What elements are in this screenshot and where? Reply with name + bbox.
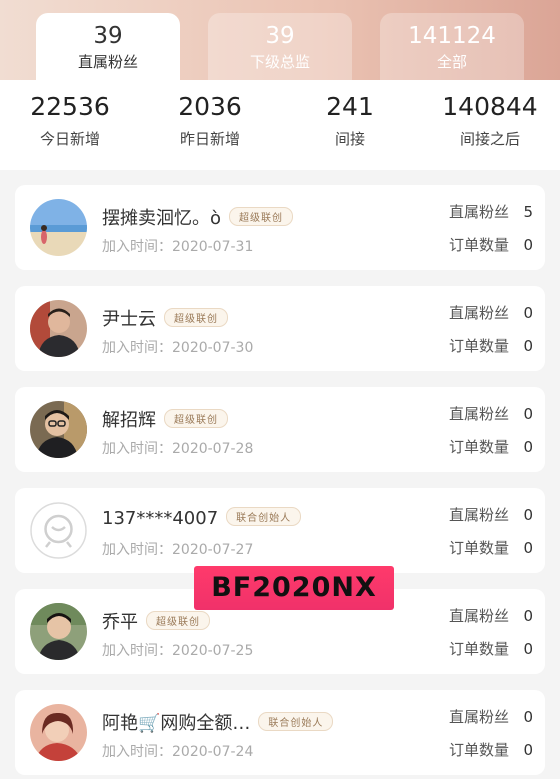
stat-value: 2036 — [178, 92, 242, 121]
join-date: 加入时间：2020-07-31 — [102, 239, 254, 255]
tab-label: 全部 — [436, 53, 467, 71]
tab-label: 下级总监 — [249, 53, 310, 71]
member-level-badge: 联合创始人 — [226, 507, 302, 526]
stat-yesterday-new: 2036 昨日新增 — [140, 92, 280, 149]
tab-sub-directors[interactable]: 39 下级总监 — [208, 13, 352, 80]
fans-label: 直属粉丝 — [448, 607, 509, 625]
tab-direct-fans[interactable]: 39 直属粉丝 — [36, 13, 180, 80]
tab-count: 141124 — [408, 23, 496, 49]
orders-value: 0 — [523, 337, 533, 355]
avatar — [30, 704, 87, 761]
member-name: 乔平 — [102, 612, 138, 633]
member-level-badge: 联合创始人 — [258, 712, 334, 731]
tab-all[interactable]: 141124 全部 — [380, 13, 524, 80]
join-date: 加入时间：2020-07-30 — [102, 340, 254, 356]
fans-count-row: 直属粉丝 0 — [449, 504, 533, 525]
tab-count: 39 — [265, 23, 295, 49]
fans-label: 直属粉丝 — [448, 203, 509, 221]
fans-count-row: 直属粉丝 0 — [449, 706, 533, 727]
member-name: 137****4007 — [102, 508, 219, 529]
fans-count-row: 直属粉丝 0 — [449, 302, 533, 323]
stat-value: 22536 — [30, 92, 110, 121]
default-avatar-icon — [30, 502, 87, 559]
orders-label: 订单数量 — [448, 337, 509, 355]
orders-label: 订单数量 — [448, 539, 509, 557]
member-name-row: 乔平 超级联创 — [102, 608, 210, 634]
member-name-row: 137****4007 联合创始人 — [102, 507, 302, 529]
orders-count-row: 订单数量 0 — [449, 537, 533, 558]
orders-label: 订单数量 — [448, 236, 509, 254]
fans-value: 0 — [523, 607, 533, 625]
member-name: 尹士云 — [102, 309, 156, 330]
orders-label: 订单数量 — [448, 438, 509, 456]
orders-value: 0 — [523, 640, 533, 658]
fans-value: 5 — [523, 203, 533, 221]
join-date: 加入时间：2020-07-27 — [102, 542, 254, 558]
fans-label: 直属粉丝 — [448, 405, 509, 423]
orders-value: 0 — [523, 741, 533, 759]
avatar — [30, 199, 87, 256]
fans-value: 0 — [523, 304, 533, 322]
join-date: 加入时间：2020-07-28 — [102, 441, 254, 457]
orders-count-row: 订单数量 0 — [449, 739, 533, 760]
member-card[interactable]: 阿艳🛒网购全额… 联合创始人 加入时间：2020-07-24 直属粉丝 0 订单数量… — [15, 690, 545, 775]
member-name: 摆摊卖洄忆。ò — [102, 208, 222, 229]
stat-label: 间接 — [334, 130, 365, 148]
orders-label: 订单数量 — [448, 640, 509, 658]
member-name: 阿艳🛒网购全额… — [102, 713, 251, 734]
member-level-badge: 超级联创 — [146, 611, 210, 630]
fans-value: 0 — [523, 506, 533, 524]
member-name: 解招辉 — [102, 410, 156, 431]
member-name-row: 阿艳🛒网购全额… 联合创始人 — [102, 709, 334, 735]
orders-value: 0 — [523, 236, 533, 254]
member-card[interactable]: 尹士云 超级联创 加入时间：2020-07-30 直属粉丝 0 订单数量 0 — [15, 286, 545, 371]
stat-label: 间接之后 — [459, 130, 520, 148]
avatar — [30, 603, 87, 660]
member-name-row: 解招辉 超级联创 — [102, 406, 228, 432]
fans-count-row: 直属粉丝 0 — [449, 403, 533, 424]
orders-value: 0 — [523, 539, 533, 557]
tab-bar: 39 直属粉丝 39 下级总监 141124 全部 — [36, 13, 526, 80]
watermark-overlay: BF2020NX — [194, 566, 394, 610]
join-date: 加入时间：2020-07-25 — [102, 643, 254, 659]
orders-count-row: 订单数量 0 — [449, 638, 533, 659]
stat-value: 140844 — [442, 92, 538, 121]
member-name-row: 尹士云 超级联创 — [102, 305, 228, 331]
stat-label: 昨日新增 — [179, 130, 240, 148]
orders-count-row: 订单数量 0 — [449, 234, 533, 255]
fans-label: 直属粉丝 — [448, 304, 509, 322]
tab-count: 39 — [93, 23, 123, 49]
orders-value: 0 — [523, 438, 533, 456]
member-card[interactable]: 137****4007 联合创始人 加入时间：2020-07-27 直属粉丝 0 订… — [15, 488, 545, 573]
member-card[interactable]: 摆摊卖洄忆。ò 超级联创 加入时间：2020-07-31 直属粉丝 5 订单数量 0 — [15, 185, 545, 270]
avatar — [30, 401, 87, 458]
orders-count-row: 订单数量 0 — [449, 436, 533, 457]
member-name-row: 摆摊卖洄忆。ò 超级联创 — [102, 204, 294, 230]
member-level-badge: 超级联创 — [164, 308, 228, 327]
watermark-text: BF2020NX — [211, 572, 377, 603]
fans-value: 0 — [523, 708, 533, 726]
fans-label: 直属粉丝 — [448, 708, 509, 726]
stat-value: 241 — [326, 92, 374, 121]
stat-label: 今日新增 — [39, 130, 100, 148]
member-level-badge: 超级联创 — [229, 207, 294, 226]
stat-after-indirect: 140844 间接之后 — [420, 92, 560, 149]
stats-panel: 22536 今日新增 2036 昨日新增 241 间接 140844 间接之后 — [0, 80, 560, 170]
fans-count-row: 直属粉丝 5 — [449, 201, 533, 222]
avatar — [30, 300, 87, 357]
stat-indirect: 241 间接 — [280, 92, 420, 149]
tab-label: 直属粉丝 — [77, 53, 138, 71]
member-level-badge: 超级联创 — [164, 409, 228, 428]
join-date: 加入时间：2020-07-24 — [102, 744, 254, 760]
fans-label: 直属粉丝 — [448, 506, 509, 524]
stat-today-new: 22536 今日新增 — [0, 92, 140, 149]
orders-count-row: 订单数量 0 — [449, 335, 533, 356]
member-card[interactable]: 解招辉 超级联创 加入时间：2020-07-28 直属粉丝 0 订单数量 0 — [15, 387, 545, 472]
fans-value: 0 — [523, 405, 533, 423]
fans-count-row: 直属粉丝 0 — [449, 605, 533, 626]
orders-label: 订单数量 — [448, 741, 509, 759]
